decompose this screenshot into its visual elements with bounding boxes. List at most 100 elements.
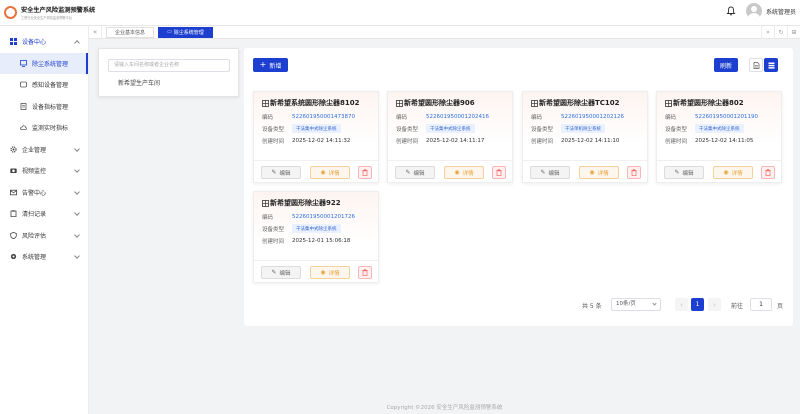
bell-icon[interactable]	[726, 6, 736, 16]
created-label: 创建时间	[396, 138, 419, 145]
chevron-down-icon	[74, 210, 80, 216]
created-time: 2025-12-01 15:06:18	[292, 237, 351, 244]
camera-icon	[10, 167, 17, 174]
page-size-value: 10条/页	[616, 301, 636, 307]
edit-icon: ✎	[271, 269, 277, 276]
type-label: 设备类型	[396, 126, 419, 133]
device-card[interactable]: 新希望圆形除尘器922 编码 522601950001201726 设备类型 干法集…	[253, 191, 379, 283]
edit-button[interactable]: ✎ 编辑	[261, 266, 301, 279]
trash-icon	[496, 169, 502, 176]
edit-icon: ✎	[674, 169, 680, 176]
tab-dust-system[interactable]: ▭ 除尘系统管理	[158, 26, 213, 38]
sidebar-item-alarm[interactable]: 告警中心	[0, 182, 88, 204]
sidebar-item-video[interactable]: 视频监控	[0, 160, 88, 182]
edit-label: 编辑	[682, 170, 694, 177]
tree-node-workshop[interactable]: 新希望生产车间	[118, 78, 160, 87]
card-title: 新希望圆形除尘器922	[270, 199, 341, 207]
detail-button[interactable]: ◉ 详情	[310, 266, 350, 279]
detail-button[interactable]: ◉ 详情	[713, 166, 753, 179]
next-page-button[interactable]: ›	[708, 298, 721, 311]
tabs-scroll-left-icon[interactable]: «	[89, 25, 102, 39]
delete-button[interactable]	[358, 266, 372, 279]
tab-label: 企业基本信息	[115, 29, 146, 36]
card-title: 新希望圆形除尘器802	[673, 99, 744, 107]
sidebar-item-label: 风险评估	[22, 232, 47, 240]
sidebar-item-label: 视频监控	[22, 168, 47, 176]
settings-icon	[10, 253, 17, 260]
tree-search-input[interactable]: 请输入车间名称或者企业名称	[108, 59, 230, 72]
username[interactable]: 系统管理员	[766, 7, 796, 16]
gear-icon	[10, 146, 17, 153]
chevron-up-icon	[74, 40, 80, 46]
tabs-menu-icon[interactable]: ⊞	[787, 26, 800, 39]
edit-button[interactable]: ✎ 编辑	[530, 166, 570, 179]
chevron-down-icon	[74, 188, 80, 195]
edit-label: 编辑	[548, 170, 560, 177]
device-card[interactable]: 新希望圆形除尘器802 编码 522601950001201190 设备类型 干法集…	[656, 91, 782, 183]
goto-page-input[interactable]: 1	[750, 298, 772, 311]
add-button-label: 新增	[269, 62, 282, 70]
sidebar-item-dust-system[interactable]: 除尘系统管理	[0, 52, 88, 74]
clipboard-icon	[10, 210, 17, 218]
sidebar-item-device-center[interactable]: 设备中心	[0, 31, 88, 53]
card-title: 新希望系统圆形除尘器8102	[270, 99, 360, 107]
created-label: 创建时间	[262, 138, 285, 145]
detail-label: 详情	[328, 270, 340, 277]
copyright: Copyright ©2026 安全生产风险监测预警系统	[386, 405, 503, 411]
refresh-tab-icon[interactable]: ↻	[774, 26, 787, 39]
device-code: 522601950001202416	[426, 113, 489, 120]
tab-enterprise-info[interactable]: 企业基本信息	[106, 26, 155, 38]
created-time: 2025-12-02 14:11:32	[292, 137, 351, 144]
delete-button[interactable]	[627, 166, 641, 179]
eye-icon: ◉	[589, 169, 595, 176]
logo: 安全生产风险监测预警系统 工贸行业安全生产风险监测预警平台	[0, 5, 95, 20]
tabs-scroll-right-icon[interactable]: »	[761, 26, 774, 39]
current-page[interactable]: 1	[691, 298, 704, 311]
sidebar-item-device-indicator[interactable]: 设备指标管理	[0, 96, 88, 118]
avatar[interactable]	[745, 3, 762, 19]
delete-button[interactable]	[761, 166, 775, 179]
page-size-select[interactable]: 10条/页	[611, 298, 661, 311]
sidebar-item-label: 企业管理	[22, 146, 47, 154]
card-view-icon[interactable]	[764, 58, 778, 72]
device-type-tag: 干法集中式除尘系统	[292, 224, 341, 233]
device-card[interactable]: 新希望圆形除尘器906 编码 522601950001202416 设备类型 干法集…	[387, 91, 513, 183]
list-view-icon[interactable]	[749, 58, 763, 72]
detail-button[interactable]: ◉ 详情	[310, 166, 350, 179]
trash-icon	[631, 169, 637, 176]
type-label: 设备类型	[531, 126, 554, 133]
eye-icon: ◉	[320, 169, 326, 176]
edit-button[interactable]: ✎ 编辑	[261, 166, 301, 179]
sidebar-item-label: 设备指标管理	[32, 103, 69, 111]
sidebar-item-label: 告警中心	[22, 189, 47, 197]
delete-button[interactable]	[358, 166, 372, 179]
sidebar-item-cleaning[interactable]: 清扫记录	[0, 203, 88, 225]
edit-button[interactable]: ✎ 编辑	[395, 166, 435, 179]
code-label: 编码	[531, 114, 543, 121]
chevron-down-icon	[74, 231, 80, 238]
type-label: 设备类型	[665, 126, 688, 133]
add-button[interactable]: + 新增	[253, 58, 288, 72]
delete-button[interactable]	[492, 166, 506, 179]
device-card[interactable]: 新希望系统圆形除尘器8102 编码 522601950001473870 设备类型…	[253, 91, 379, 183]
type-label: 设备类型	[262, 226, 285, 233]
sidebar-item-enterprise[interactable]: 企业管理	[0, 139, 88, 161]
sidebar-item-realtime-indicator[interactable]: 监测实时指标	[0, 117, 88, 139]
cloud-icon	[20, 124, 27, 131]
detail-label: 详情	[597, 170, 609, 177]
sidebar-item-sensor-device[interactable]: 感知设备管理	[0, 74, 88, 96]
device-type-tag: 干法集中式除尘系统	[695, 124, 744, 133]
edit-button[interactable]: ✎ 编辑	[664, 166, 704, 179]
table-icon	[531, 99, 538, 107]
trash-icon	[362, 269, 368, 276]
detail-button[interactable]: ◉ 详情	[444, 166, 484, 179]
device-card[interactable]: 新希望圆形除尘器TC102 编码 522601950001202126 设备类型干…	[522, 91, 648, 183]
sidebar-item-risk[interactable]: 风险评估	[0, 225, 88, 247]
prev-page-button[interactable]: ‹	[675, 298, 688, 311]
refresh-button[interactable]: 刷新	[714, 58, 738, 72]
goto-label: 前往	[731, 303, 744, 310]
sidebar-item-system[interactable]: 系统管理	[0, 246, 88, 268]
doc-icon	[20, 102, 27, 110]
detail-button[interactable]: ◉ 详情	[579, 166, 619, 179]
sidebar-item-label: 监测实时指标	[32, 125, 69, 133]
